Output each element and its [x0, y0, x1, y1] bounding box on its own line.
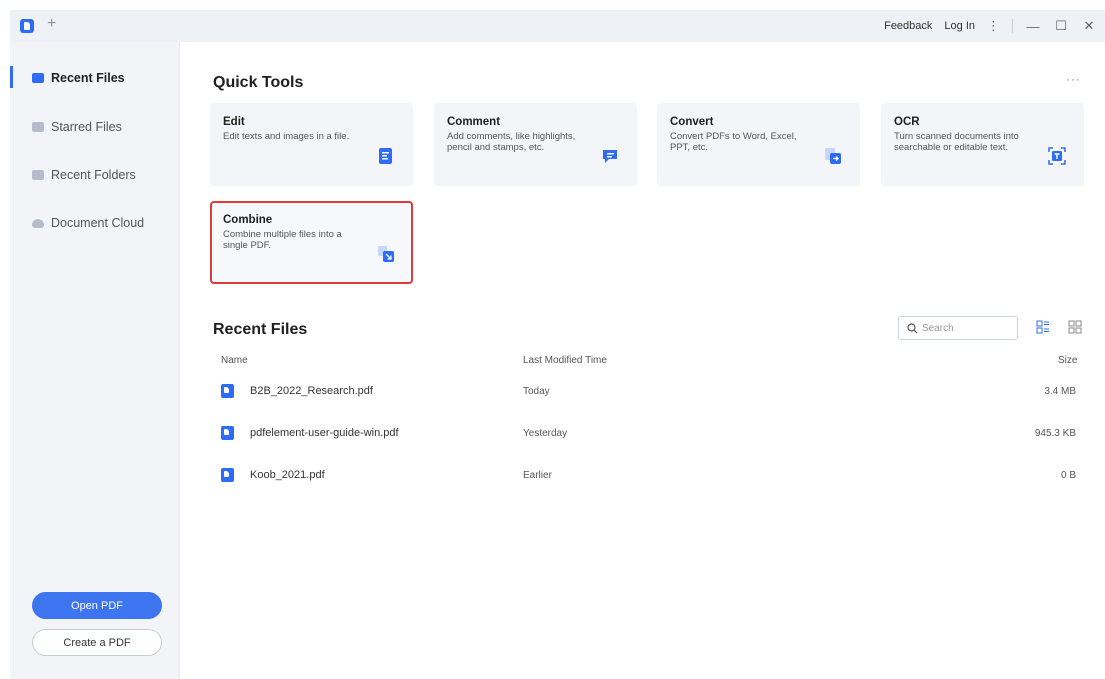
- tool-card-title: Combine: [223, 214, 273, 226]
- tool-card-combine[interactable]: Combine Combine multiple files into a si…: [210, 201, 413, 284]
- edit-icon: [379, 148, 392, 164]
- feedback-link[interactable]: Feedback: [884, 20, 932, 32]
- sidebar-item-label: Recent Files: [51, 71, 125, 85]
- tool-card-desc: Combine multiple files into a single PDF…: [223, 229, 342, 251]
- active-indicator: [10, 66, 13, 88]
- file-row[interactable]: Koob_2021.pdf Earlier 0 B: [221, 467, 1076, 485]
- sidebar-item-document-cloud[interactable]: Document Cloud: [32, 213, 144, 233]
- more-menu-icon[interactable]: ⋮: [987, 18, 1000, 34]
- sidebar-item-starred-files[interactable]: Starred Files: [32, 117, 122, 137]
- tool-card-comment[interactable]: Comment Add comments, like highlights, p…: [434, 103, 637, 186]
- tool-card-title: Convert: [670, 116, 714, 128]
- sidebar-item-label: Recent Folders: [51, 168, 136, 182]
- combine-icon: [378, 246, 394, 262]
- file-name: B2B_2022_Research.pdf: [250, 385, 373, 397]
- tool-card-title: Comment: [447, 116, 501, 128]
- file-size: 945.3 KB: [1034, 428, 1076, 439]
- title-bar: + Feedback Log In ⋮ — ☐ ✕: [10, 10, 1105, 42]
- convert-icon: [825, 148, 841, 164]
- minimize-button[interactable]: —: [1025, 19, 1041, 34]
- tool-card-ocr[interactable]: OCR Turn scanned documents into searchab…: [881, 103, 1084, 186]
- app-logo-icon: [20, 19, 34, 33]
- file-size: 3.4 MB: [1044, 386, 1076, 397]
- pdf-file-icon: [221, 426, 234, 440]
- tool-card-desc: Add comments, like highlights, pencil an…: [447, 131, 576, 153]
- file-row[interactable]: B2B_2022_Research.pdf Today 3.4 MB: [221, 383, 1076, 401]
- tool-card-desc: Edit texts and images in a file.: [223, 131, 350, 142]
- pdf-file-icon: [221, 384, 234, 398]
- tool-card-desc: Convert PDFs to Word, Excel, PPT, etc.: [670, 131, 797, 153]
- search-icon: [907, 322, 918, 333]
- search-box[interactable]: [898, 316, 1018, 340]
- sidebar-item-recent-files[interactable]: Recent Files: [32, 68, 125, 88]
- search-input[interactable]: [922, 322, 1012, 334]
- pdf-file-icon: [221, 468, 234, 482]
- comment-icon: [603, 150, 617, 163]
- sidebar-item-label: Document Cloud: [51, 216, 145, 230]
- open-pdf-button[interactable]: Open PDF: [32, 592, 162, 619]
- close-button[interactable]: ✕: [1081, 18, 1097, 34]
- grid-view-icon[interactable]: [1068, 320, 1082, 334]
- file-modified: Today: [523, 386, 550, 397]
- sidebar: Recent Files Starred Files Recent Folder…: [10, 42, 180, 679]
- star-icon: [32, 122, 44, 132]
- file-modified: Earlier: [523, 470, 552, 481]
- file-name: pdfelement-user-guide-win.pdf: [250, 427, 399, 439]
- title-bar-divider: [1012, 19, 1013, 33]
- quick-tools-title: Quick Tools: [213, 74, 304, 91]
- tool-card-title: OCR: [894, 116, 920, 128]
- new-tab-button[interactable]: +: [47, 15, 56, 33]
- more-options-icon[interactable]: ···: [1066, 72, 1081, 86]
- column-header-modified[interactable]: Last Modified Time: [523, 355, 607, 366]
- tool-card-edit[interactable]: Edit Edit texts and images in a file.: [210, 103, 413, 186]
- file-size: 0 B: [1060, 470, 1076, 481]
- sidebar-item-recent-folders[interactable]: Recent Folders: [32, 165, 136, 185]
- ocr-icon: [1048, 147, 1066, 165]
- tool-card-title: Edit: [223, 116, 245, 128]
- column-header-size[interactable]: Size: [1058, 355, 1077, 366]
- login-link[interactable]: Log In: [944, 20, 975, 32]
- file-row[interactable]: pdfelement-user-guide-win.pdf Yesterday …: [221, 425, 1076, 443]
- maximize-button[interactable]: ☐: [1053, 18, 1069, 34]
- file-modified: Yesterday: [523, 428, 568, 439]
- file-name: Koob_2021.pdf: [250, 469, 325, 481]
- recent-files-title: Recent Files: [213, 321, 308, 338]
- sidebar-item-label: Starred Files: [51, 120, 122, 134]
- column-header-name[interactable]: Name: [221, 355, 248, 366]
- cloud-icon: [32, 218, 44, 228]
- tool-card-desc: Turn scanned documents into searchable o…: [894, 131, 1019, 153]
- recent-files-icon: [32, 73, 44, 83]
- title-bar-controls: Feedback Log In ⋮ — ☐ ✕: [884, 10, 1105, 42]
- create-pdf-button[interactable]: Create a PDF: [32, 629, 162, 656]
- list-view-icon[interactable]: [1036, 320, 1050, 334]
- tool-card-convert[interactable]: Convert Convert PDFs to Word, Excel, PPT…: [657, 103, 860, 186]
- folder-icon: [32, 170, 44, 180]
